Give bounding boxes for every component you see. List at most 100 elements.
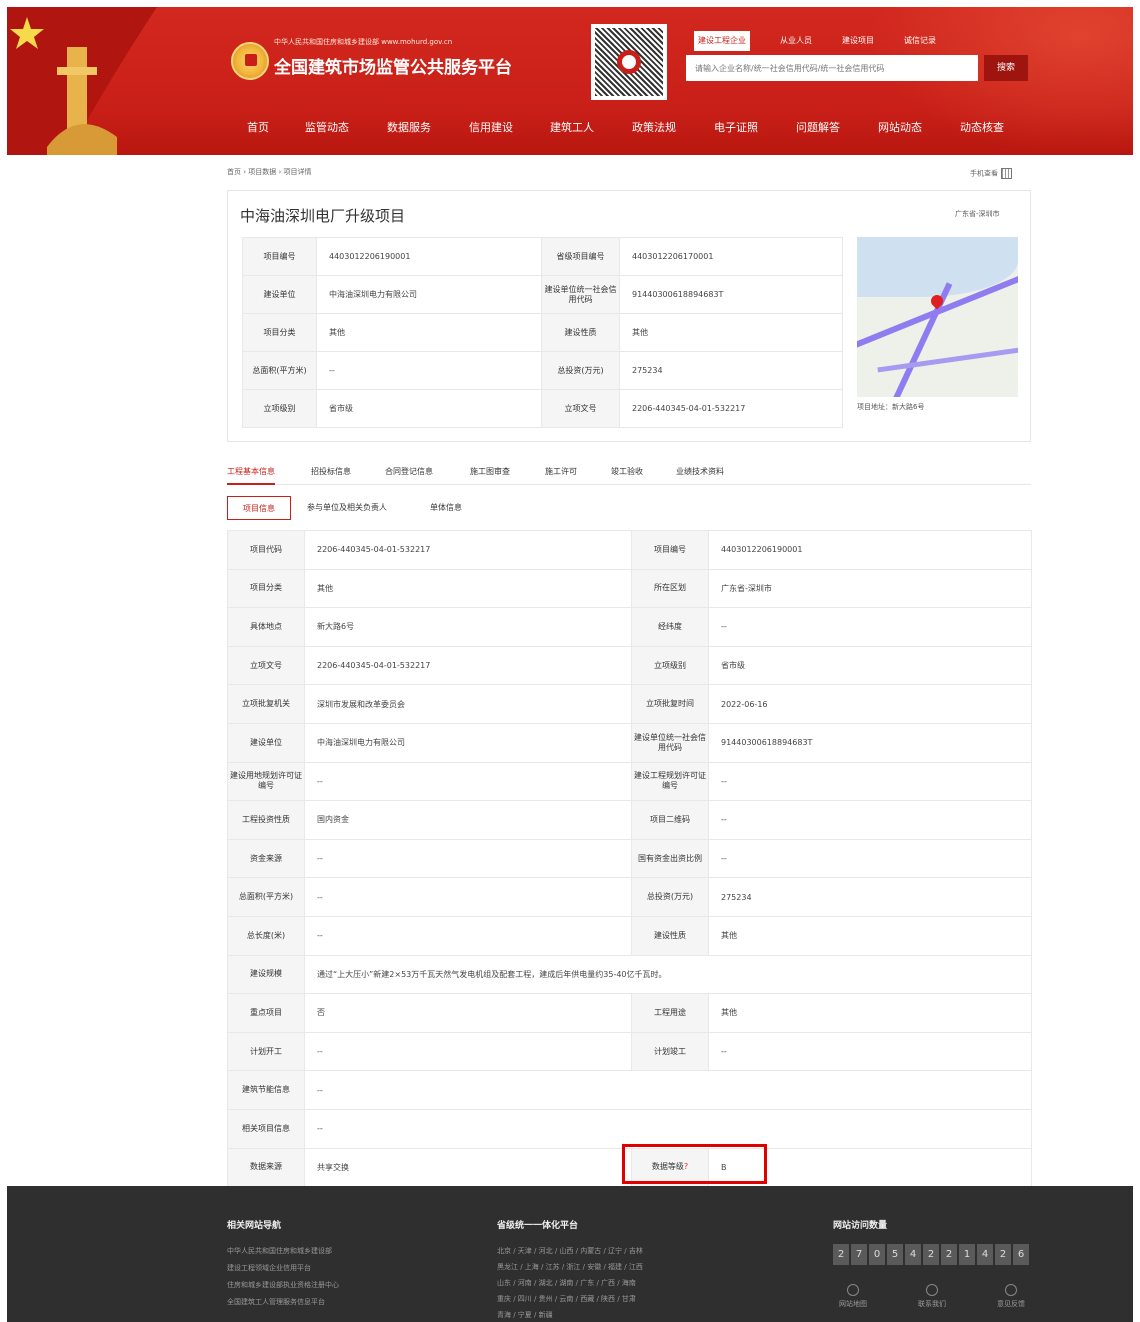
counter-digit: 4 <box>905 1244 921 1265</box>
tab-bidding[interactable]: 招投标信息 <box>311 465 351 485</box>
subtab-unit-info[interactable]: 单体信息 <box>430 496 462 520</box>
nav-site-news[interactable]: 网站动态 <box>878 118 922 138</box>
search-tab-project[interactable]: 建设项目 <box>838 31 878 51</box>
detail-row: 数据来源 共享交换 数据等级? B <box>227 1147 1032 1188</box>
map-road <box>877 346 1018 373</box>
nav-dynamic-check[interactable]: 动态核查 <box>960 118 1004 138</box>
detail-row: 工程投资性质 国内资金 项目二维码 -- <box>227 800 1032 840</box>
footer-province-links[interactable]: 北京 / 天津 / 河北 / 山西 / 内蒙古 / 辽宁 / 吉林 <box>497 1246 643 1256</box>
footer-link[interactable]: 建设工程领域企业信用平台 <box>227 1263 311 1273</box>
tab-drawing-review[interactable]: 施工图审查 <box>470 465 510 485</box>
counter-digit: 4 <box>977 1244 993 1265</box>
footer-province-links[interactable]: 重庆 / 四川 / 贵州 / 云南 / 西藏 / 陕西 / 甘肃 <box>497 1294 636 1304</box>
project-location-map[interactable] <box>857 237 1018 397</box>
detail-row: 资金来源 -- 国有资金出资比例 -- <box>227 838 1032 879</box>
national-emblem-icon <box>231 42 269 80</box>
nav-e-license[interactable]: 电子证照 <box>714 118 758 138</box>
field-label: 立项文号 <box>541 389 620 428</box>
subtab-participants[interactable]: 参与单位及相关负责人 <box>307 496 387 520</box>
field-value: -- <box>708 761 1032 802</box>
field-value: -- <box>304 1108 1032 1149</box>
field-value: -- <box>708 800 1032 840</box>
search-input[interactable] <box>687 56 977 80</box>
tab-basic-info[interactable]: 工程基本信息 <box>227 465 275 485</box>
help-icon[interactable]: ? <box>684 1162 688 1171</box>
field-value: -- <box>708 607 1032 647</box>
field-value: -- <box>316 351 542 390</box>
field-label-text: 所在区划 <box>654 583 686 593</box>
tab-completion[interactable]: 竣工验收 <box>611 465 643 485</box>
mobile-view-link[interactable]: 手机查看 <box>970 168 1012 179</box>
nav-supervision[interactable]: 监管动态 <box>305 118 349 138</box>
nav-policy[interactable]: 政策法规 <box>632 118 676 138</box>
qr-code-icon <box>591 24 667 100</box>
search-tab-credit[interactable]: 诚信记录 <box>900 31 940 51</box>
footer-link[interactable]: 中华人民共和国住房和城乡建设部 <box>227 1246 332 1256</box>
sitemap-icon <box>847 1284 859 1296</box>
site-title[interactable]: 全国建筑市场监管公共服务平台 <box>274 53 512 78</box>
field-label-text: 立项级别 <box>654 660 686 670</box>
footer-province-links[interactable]: 山东 / 河南 / 湖北 / 湖南 / 广东 / 广西 / 海南 <box>497 1278 636 1288</box>
counter-digit: 2 <box>833 1244 849 1265</box>
footer-provincial-title: 省级统一一体化平台 <box>497 1221 579 1231</box>
field-label: 工程投资性质 <box>227 800 305 840</box>
field-value: 深圳市发展和改革委员会 <box>304 684 632 724</box>
footer-province-links[interactable]: 黑龙江 / 上海 / 江苏 / 浙江 / 安徽 / 福建 / 江西 <box>497 1262 643 1272</box>
nav-workers[interactable]: 建筑工人 <box>550 118 594 138</box>
field-value: 国内资金 <box>304 800 632 840</box>
search-tab-company[interactable]: 建设工程企业 <box>694 31 750 51</box>
field-value: -- <box>708 1031 1032 1072</box>
nav-credit[interactable]: 信用建设 <box>469 118 513 138</box>
field-label: 总投资(万元) <box>541 351 620 390</box>
huabiao-flag-decoration <box>7 7 157 155</box>
field-value: 其他 <box>304 568 632 609</box>
field-value: 其他 <box>619 313 843 352</box>
field-value: -- <box>304 877 632 917</box>
field-label: 建设单位 <box>227 722 305 763</box>
tab-contract[interactable]: 合同登记信息 <box>385 465 433 485</box>
field-label: 项目二维码 <box>631 800 709 840</box>
field-label: 立项级别 <box>631 645 709 686</box>
field-label-text: 项目二维码 <box>650 814 690 824</box>
field-label-text: 项目编号 <box>654 544 686 554</box>
footer-link[interactable]: 全国建筑工人管理服务信息平台 <box>227 1297 325 1307</box>
tab-construction-permit[interactable]: 施工许可 <box>545 465 577 485</box>
field-label: 立项文号 <box>227 645 305 686</box>
contact-link[interactable]: 联系我们 <box>912 1284 952 1309</box>
field-value: 2206-440345-04-01-532217 <box>304 645 632 686</box>
field-label-text: 立项批复时间 <box>646 699 694 709</box>
footer-link[interactable]: 住房和城乡建设部执业资格注册中心 <box>227 1280 339 1290</box>
footer-province-links[interactable]: 青海 / 宁夏 / 新疆 <box>497 1310 553 1320</box>
subtab-project-info[interactable]: 项目信息 <box>227 496 291 520</box>
detail-row: 建筑节能信息 -- <box>227 1070 1032 1110</box>
search-tab-personnel[interactable]: 从业人员 <box>776 31 816 51</box>
summary-row: 立项级别 省市级 立项文号 2206-440345-04-01-532217 <box>242 389 843 428</box>
counter-digit: 6 <box>1013 1244 1029 1265</box>
field-label: 所在区划 <box>631 568 709 609</box>
tab-performance[interactable]: 业绩技术资料 <box>676 465 724 485</box>
nav-data-service[interactable]: 数据服务 <box>387 118 431 138</box>
field-value: 275234 <box>619 351 843 390</box>
field-value: 91440300618894683T <box>619 275 843 314</box>
search-button[interactable]: 搜索 <box>984 55 1028 81</box>
nav-home[interactable]: 首页 <box>247 118 269 138</box>
feedback-link[interactable]: 意见反馈 <box>991 1284 1031 1309</box>
field-value: -- <box>304 761 632 802</box>
counter-digit: 2 <box>923 1244 939 1265</box>
detail-row: 建设用地规划许可证编号 -- 建设工程规划许可证编号 -- <box>227 761 1032 802</box>
nav-faq[interactable]: 问题解答 <box>796 118 840 138</box>
breadcrumb[interactable]: 首页 › 项目数据 › 项目详情 <box>227 167 312 177</box>
field-value: 通过“上大压小”新建2×53万千瓦天然气发电机组及配套工程，建成后年供电量约35… <box>304 954 1032 995</box>
page-root: 中华人民共和国住房和城乡建设部 www.mohurd.gov.cn 全国建筑市场… <box>0 0 1140 1322</box>
field-value: 2206-440345-04-01-532217 <box>619 389 843 428</box>
field-label: 计划竣工 <box>631 1031 709 1072</box>
field-label: 数据来源 <box>227 1147 305 1188</box>
field-label: 具体地点 <box>227 607 305 647</box>
field-label: 立项级别 <box>242 389 317 428</box>
feedback-icon <box>1005 1284 1017 1296</box>
field-value: -- <box>304 838 632 879</box>
footer-related-sites-title: 相关网站导航 <box>227 1221 282 1231</box>
field-label: 建设性质 <box>541 313 620 352</box>
field-value: -- <box>304 915 632 956</box>
sitemap-link[interactable]: 网站地图 <box>833 1284 873 1309</box>
